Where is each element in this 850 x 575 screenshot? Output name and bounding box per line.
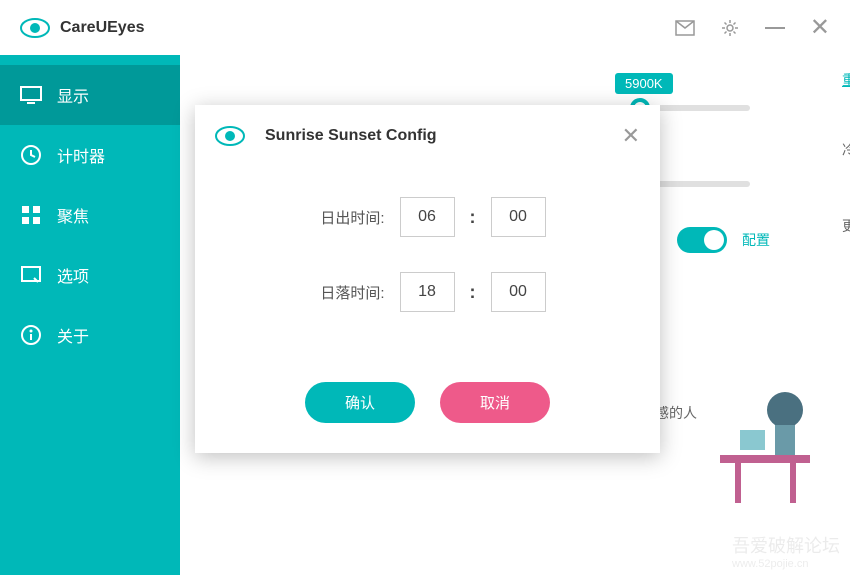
sunrise-hour-input[interactable]: [400, 197, 455, 237]
sunset-minute-input[interactable]: [491, 272, 546, 312]
ok-button[interactable]: 确认: [305, 382, 415, 423]
close-button[interactable]: ✕: [810, 13, 830, 42]
sidebar: 显示 计时器 聚焦 选项 关于: [0, 55, 180, 575]
sunset-toggle[interactable]: [677, 227, 727, 253]
grid-icon: [20, 204, 42, 226]
time-colon: :: [470, 282, 476, 303]
illustration: [690, 375, 830, 515]
sidebar-item-label: 计时器: [57, 143, 105, 167]
sidebar-item-timer[interactable]: 计时器: [0, 125, 180, 185]
sunrise-label: 日出时间:: [310, 207, 385, 228]
sidebar-item-options[interactable]: 选项: [0, 245, 180, 305]
dialog-title: Sunrise Sunset Config: [265, 127, 437, 145]
brightness-label: 更亮: [842, 216, 850, 236]
minimize-button[interactable]: [765, 27, 785, 29]
sidebar-item-label: 选项: [57, 263, 89, 287]
options-icon: [20, 264, 42, 286]
watermark: 吾爱破解论坛 www.52pojie.cn: [732, 532, 840, 570]
app-title: CareUEyes: [60, 19, 145, 37]
titlebar: CareUEyes ✕: [0, 0, 850, 55]
dialog-close-button[interactable]: ✕: [622, 123, 640, 149]
sunset-row: 日落时间: :: [245, 272, 610, 312]
sidebar-item-focus[interactable]: 聚焦: [0, 185, 180, 245]
sunrise-minute-input[interactable]: [491, 197, 546, 237]
sidebar-item-label: 显示: [57, 83, 89, 107]
monitor-icon: [20, 84, 42, 106]
config-link[interactable]: 配置: [742, 230, 770, 250]
sidebar-item-about[interactable]: 关于: [0, 305, 180, 365]
sidebar-item-label: 关于: [57, 323, 89, 347]
sidebar-item-label: 聚焦: [57, 203, 89, 227]
info-icon: [20, 324, 42, 346]
dialog-logo-icon: [215, 126, 245, 146]
temperature-label: 冷色: [842, 140, 850, 160]
mail-icon[interactable]: [675, 18, 695, 38]
sunset-hour-input[interactable]: [400, 272, 455, 312]
temperature-badge: 5900K: [615, 73, 673, 94]
clock-icon: [20, 144, 42, 166]
reset-link[interactable]: 重置: [842, 70, 850, 90]
app-logo-icon: [20, 18, 50, 38]
gear-icon[interactable]: [720, 18, 740, 38]
time-colon: :: [470, 207, 476, 228]
sunrise-sunset-dialog: Sunrise Sunset Config ✕ 日出时间: : 日落时间: : …: [195, 105, 660, 453]
sunset-label: 日落时间:: [310, 282, 385, 303]
sunrise-row: 日出时间: :: [245, 197, 610, 237]
sidebar-item-display[interactable]: 显示: [0, 65, 180, 125]
cancel-button[interactable]: 取消: [440, 382, 550, 423]
